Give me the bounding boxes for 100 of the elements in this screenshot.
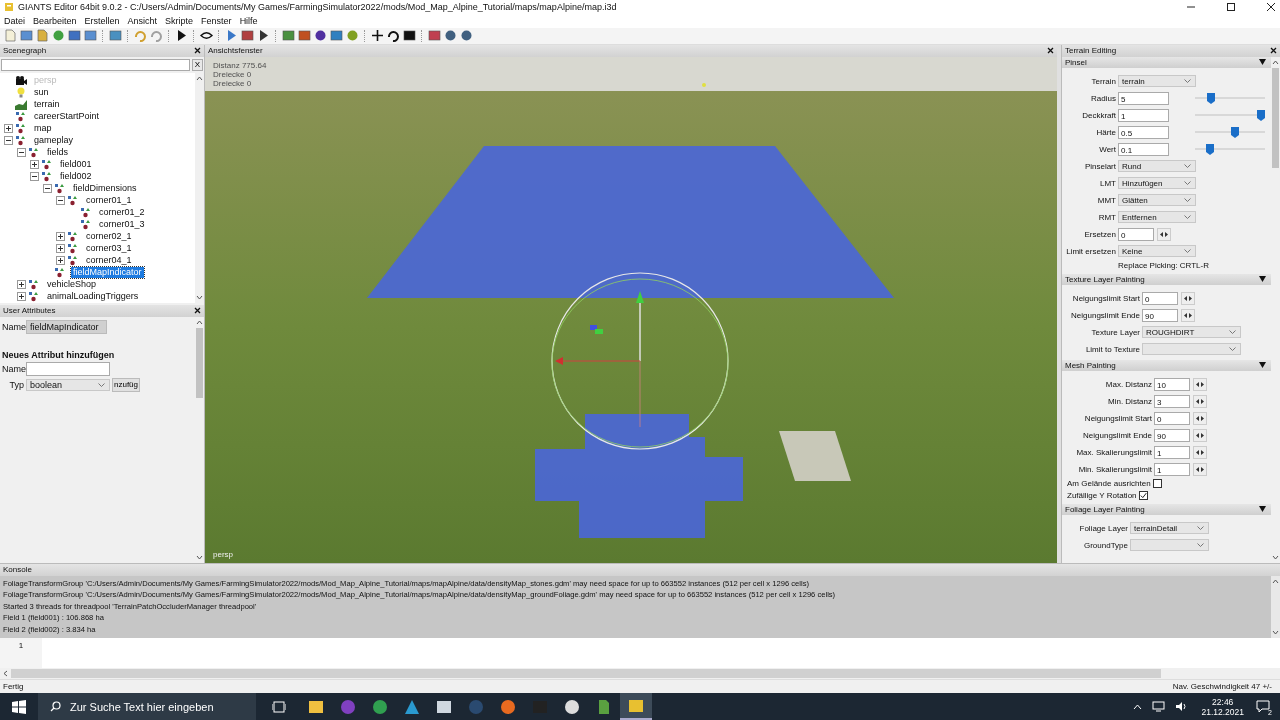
expander-icon[interactable] [4, 124, 13, 133]
value-field[interactable]: 1 [1118, 108, 1169, 122]
spin-arrows-icon[interactable] [1193, 394, 1207, 408]
slider-thumb[interactable] [1257, 109, 1265, 121]
dropdown[interactable]: Entfernen [1118, 211, 1196, 223]
scroll-up-icon[interactable] [1272, 59, 1279, 65]
scrollbar-thumb[interactable] [196, 327, 203, 398]
tree-item[interactable]: fieldDimensions [71, 183, 139, 194]
spin-arrows-icon[interactable] [1193, 428, 1207, 442]
tree-item[interactable]: careerStartPoint [32, 111, 102, 122]
clear-button[interactable]: X [192, 58, 203, 71]
scrollbar-thumb[interactable] [11, 669, 1161, 679]
dropdown[interactable]: ROUGHDIRT [1142, 326, 1241, 338]
tree-item[interactable]: corner01_1 [84, 195, 134, 206]
chevron-up-icon[interactable] [1133, 703, 1143, 710]
clock-date[interactable]: 21.12.2021 [1201, 706, 1244, 717]
triangle-app-icon[interactable] [404, 698, 420, 715]
tree-item[interactable]: fields [45, 147, 70, 158]
menu-item[interactable]: Bearbeiten [33, 15, 77, 26]
clock-time[interactable]: 22:46 [1212, 696, 1234, 707]
value-field[interactable]: 0 [1142, 291, 1178, 305]
move-icon[interactable] [371, 29, 384, 43]
expander-icon[interactable] [17, 292, 26, 301]
name-input-field[interactable] [26, 361, 110, 376]
section-header[interactable]: Foliage Layer Painting [1062, 503, 1271, 515]
scroll-left-icon[interactable] [3, 670, 8, 678]
close-icon[interactable] [1047, 47, 1054, 54]
close-icon[interactable] [1266, 1, 1276, 12]
menu-item[interactable]: Fenster [201, 15, 232, 26]
value-field[interactable]: 0.1 [1118, 142, 1169, 156]
square-app-icon[interactable] [628, 697, 644, 714]
tree-item[interactable]: map [32, 123, 54, 134]
menu-item[interactable]: Datei [4, 15, 25, 26]
scroll-up-icon[interactable] [196, 319, 203, 325]
spin-arrows-icon[interactable] [1193, 411, 1207, 425]
expander-icon[interactable] [17, 280, 26, 289]
dropdown[interactable]: Keine [1118, 245, 1196, 257]
dropdown[interactable]: Hinzufügen [1118, 177, 1196, 189]
filter-field[interactable] [1, 58, 190, 71]
expander-icon[interactable] [17, 148, 26, 157]
section-header[interactable]: Mesh Painting [1062, 359, 1271, 371]
windows-logo-icon[interactable] [12, 699, 26, 714]
value-field[interactable]: 3 [1154, 394, 1190, 408]
scroll-up-icon[interactable] [196, 75, 203, 81]
scroll-down-icon[interactable] [196, 554, 203, 560]
menu-item[interactable]: Ansicht [127, 15, 158, 26]
network-icon[interactable] [1152, 701, 1166, 712]
scroll-down-icon[interactable] [1272, 554, 1279, 560]
dropdown[interactable]: terrainDetail [1130, 522, 1209, 534]
expander-icon[interactable] [56, 244, 65, 253]
scroll-down-icon[interactable] [1272, 629, 1279, 635]
window-app-icon[interactable] [436, 698, 452, 715]
document-icon[interactable] [596, 698, 612, 715]
section-header[interactable]: Pinsel [1062, 56, 1271, 68]
expander-icon[interactable] [30, 160, 39, 169]
dropdown[interactable]: Rund [1118, 160, 1196, 172]
value-field[interactable]: 0.5 [1118, 125, 1169, 139]
close-icon[interactable] [194, 307, 201, 314]
tree-item[interactable]: corner01_3 [97, 219, 147, 230]
tree-item[interactable]: sun [32, 87, 51, 98]
tree-item[interactable]: terrain [32, 99, 62, 110]
tree-item[interactable]: field002 [58, 171, 94, 182]
tree-item[interactable]: animalLoadingTriggers [45, 291, 141, 302]
value-field[interactable]: 0 [1118, 227, 1154, 241]
value-field[interactable]: 10 [1154, 377, 1190, 391]
circle-app-icon[interactable] [372, 698, 388, 715]
spin-arrows-icon[interactable] [1157, 227, 1171, 241]
tree-item[interactable]: field001 [58, 159, 94, 170]
play-icon[interactable] [175, 29, 188, 43]
tree-item[interactable]: vehicleShop [45, 279, 99, 290]
rotate-icon[interactable] [387, 29, 400, 43]
menu-item[interactable]: Hilfe [239, 15, 258, 26]
scroll-up-icon[interactable] [1272, 578, 1279, 584]
section-header[interactable]: Texture Layer Painting [1062, 273, 1271, 285]
expander-icon[interactable] [56, 256, 65, 265]
tree-item[interactable]: fieldMapIndicator [71, 267, 144, 278]
add-button[interactable]: nzufüg [112, 377, 141, 392]
scroll-down-icon[interactable] [196, 294, 203, 300]
checkbox[interactable] [1152, 479, 1162, 488]
circle-app-icon[interactable] [564, 698, 580, 715]
close-icon[interactable] [1270, 47, 1277, 54]
gizmo-drawing[interactable] [551, 271, 729, 450]
speaker-icon[interactable] [1175, 701, 1189, 712]
value-field[interactable]: 1 [1154, 462, 1190, 476]
tree-item[interactable]: corner01_2 [97, 207, 147, 218]
tree-item[interactable]: corner04_1 [84, 255, 134, 266]
slider-thumb[interactable] [1207, 92, 1216, 104]
expander-icon[interactable] [4, 136, 13, 145]
expander-icon[interactable] [30, 172, 39, 181]
checkbox[interactable] [1138, 491, 1148, 500]
tree-item[interactable]: corner03_1 [84, 243, 134, 254]
spin-arrows-icon[interactable] [1181, 291, 1195, 305]
taskbar-search-field[interactable]: Zur Suche Text hier eingeben [38, 693, 256, 720]
spin-arrows-icon[interactable] [1193, 462, 1207, 476]
type-dropdown[interactable]: boolean [26, 378, 110, 391]
expander-icon[interactable] [56, 232, 65, 241]
value-field[interactable]: 90 [1154, 428, 1190, 442]
menu-item[interactable]: Skripte [165, 15, 194, 26]
expander-icon[interactable] [56, 196, 65, 205]
maximize-icon[interactable] [1226, 1, 1236, 12]
